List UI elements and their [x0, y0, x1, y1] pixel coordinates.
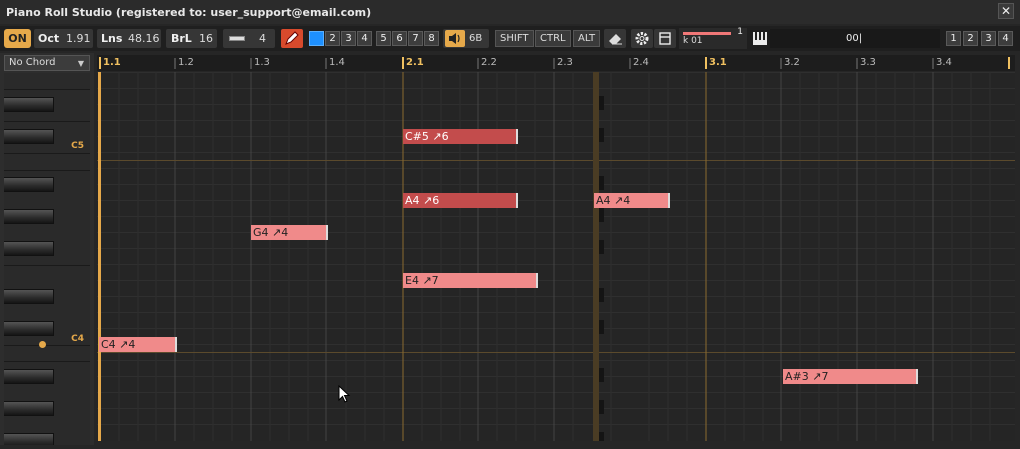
quantize-icon — [229, 36, 245, 41]
text-field[interactable]: 00| — [770, 29, 940, 48]
pencil-tool-icon[interactable] — [281, 29, 303, 48]
track-number: 1 — [737, 27, 743, 37]
note-grid[interactable]: C#5 ↗6 A4 ↗6 A4 ↗4 G4 ↗4 E4 ↗7 C4 ↗4 A#3… — [97, 72, 1015, 441]
speaker-icon — [445, 30, 465, 47]
note-block[interactable]: A4 ↗6 — [403, 193, 518, 208]
key-divider — [4, 89, 90, 90]
ruler-label: 1.1 — [103, 57, 121, 68]
timeline-ruler[interactable]: 1.1 1.2 1.3 1.4 2.1 2.2 2.3 2.4 3.1 3.2 … — [97, 55, 1015, 71]
black-key[interactable] — [4, 241, 54, 256]
key-label-c4: C4 — [71, 334, 84, 344]
gear-icon[interactable] — [631, 29, 653, 48]
lines-control[interactable]: Lns 48.16 — [97, 29, 161, 48]
ruler-label: 2.3 — [557, 57, 573, 68]
bar-length-value: 16 — [199, 32, 213, 45]
key-divider — [4, 265, 90, 266]
black-key[interactable] — [4, 289, 54, 304]
black-key[interactable] — [4, 401, 54, 416]
ruler-label: 3.1 — [709, 57, 727, 68]
layer-8-toggle[interactable]: 8 — [424, 31, 439, 46]
piano-keyboard[interactable]: C5 C4 — [4, 73, 90, 445]
shift-button[interactable]: SHIFT — [495, 30, 534, 47]
layer-3-toggle[interactable]: 3 — [341, 31, 356, 46]
black-key[interactable] — [4, 177, 54, 192]
key-divider — [4, 345, 90, 346]
layer-4-toggle[interactable]: 4 — [357, 31, 372, 46]
ctrl-button[interactable]: CTRL — [535, 30, 571, 47]
ruler-label: 1.3 — [254, 57, 270, 68]
key-divider — [4, 121, 90, 122]
close-icon[interactable]: ✕ — [998, 3, 1014, 19]
ruler-label: 2.4 — [633, 57, 649, 68]
view-4-button[interactable]: 4 — [998, 31, 1013, 46]
note-block[interactable]: G4 ↗4 — [251, 225, 328, 240]
ruler-label: 1.4 — [329, 57, 345, 68]
toolbar: ON Oct 1.91 Lns 48.16 BrL 16 4 2 3 4 5 6… — [0, 26, 1020, 51]
view-2-button[interactable]: 2 — [963, 31, 978, 46]
quantize-value: 4 — [259, 32, 266, 45]
piano-keys-icon[interactable] — [752, 30, 768, 47]
black-key[interactable] — [4, 209, 54, 224]
keyboard-panel: No Chord ▼ C5 C4 — [0, 53, 94, 445]
layer-6-toggle[interactable]: 6 — [392, 31, 407, 46]
alt-button[interactable]: ALT — [573, 30, 601, 47]
ruler-label: 3.3 — [860, 57, 876, 68]
on-toggle-button[interactable]: ON — [4, 29, 31, 48]
key-divider — [4, 361, 90, 362]
note-block[interactable]: E4 ↗7 — [403, 273, 538, 288]
lines-value: 48.16 — [128, 32, 160, 45]
black-key[interactable] — [4, 129, 54, 144]
title-bar: Piano Roll Studio (registered to: user_s… — [0, 0, 1020, 24]
c4-marker-icon — [39, 341, 46, 348]
quantize-control[interactable]: 4 — [223, 29, 275, 48]
eraser-icon[interactable] — [604, 29, 626, 48]
ruler-label: 2.2 — [481, 57, 497, 68]
volume-control[interactable]: 6B — [443, 29, 489, 48]
note-block[interactable]: C4 ↗4 — [99, 337, 177, 352]
layer-1-toggle[interactable] — [309, 31, 324, 46]
chord-dropdown-value: No Chord — [9, 57, 56, 68]
window-title: Piano Roll Studio (registered to: user_s… — [6, 5, 372, 19]
key-label-c5: C5 — [71, 141, 84, 151]
black-key[interactable] — [4, 321, 54, 336]
bar-length-label: BrL — [171, 32, 192, 45]
layer-5-toggle[interactable]: 5 — [376, 31, 391, 46]
view-1-button[interactable]: 1 — [946, 31, 961, 46]
lines-label: Lns — [101, 32, 123, 45]
note-block[interactable]: A#3 ↗7 — [783, 369, 918, 384]
note-block[interactable]: A4 ↗4 — [594, 193, 670, 208]
octave-value: 1.91 — [66, 32, 91, 45]
ruler-label: 2.1 — [406, 57, 424, 68]
ruler-ticks — [99, 57, 1010, 69]
black-key[interactable] — [4, 433, 54, 445]
black-key[interactable] — [4, 97, 54, 112]
track-selector[interactable]: 1 k 01 — [679, 27, 747, 49]
bar-length-control[interactable]: BrL 16 — [166, 29, 217, 48]
track-name: k 01 — [683, 36, 703, 46]
track-level-bar — [683, 32, 731, 35]
octave-label: Oct — [38, 32, 60, 45]
layer-7-toggle[interactable]: 7 — [408, 31, 423, 46]
grid-lines — [97, 72, 1015, 441]
note-block[interactable]: C#5 ↗6 — [403, 129, 518, 144]
layer-2-toggle[interactable]: 2 — [325, 31, 340, 46]
ruler-label: 3.4 — [936, 57, 952, 68]
ruler-label: 3.2 — [784, 57, 800, 68]
window-toggle-icon[interactable] — [654, 29, 676, 48]
key-divider — [4, 153, 90, 154]
key-divider — [4, 170, 90, 171]
volume-value: 6B — [469, 33, 483, 44]
chevron-down-icon: ▼ — [77, 59, 85, 68]
octave-control[interactable]: Oct 1.91 — [34, 29, 93, 48]
black-key[interactable] — [4, 369, 54, 384]
ruler-label: 1.2 — [178, 57, 194, 68]
chord-dropdown[interactable]: No Chord ▼ — [4, 55, 90, 71]
view-3-button[interactable]: 3 — [981, 31, 996, 46]
